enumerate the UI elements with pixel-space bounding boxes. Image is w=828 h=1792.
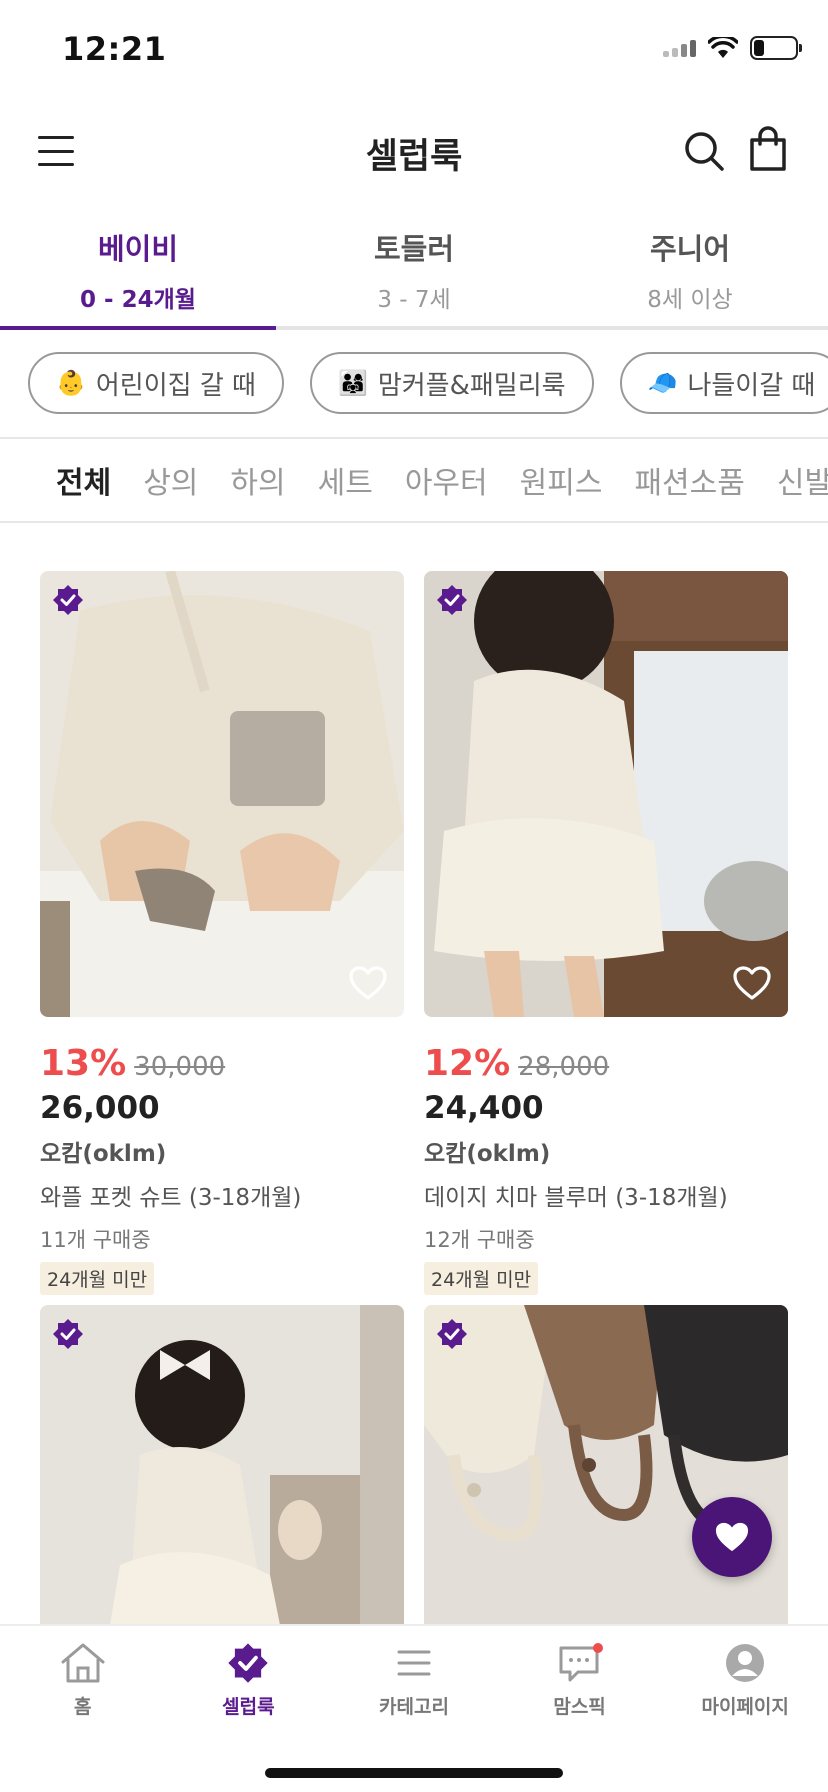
category-sets[interactable]: 세트 — [318, 458, 373, 502]
heart-icon — [715, 1522, 749, 1552]
product-card[interactable] — [40, 1305, 404, 1625]
tab-label: 토들러 — [373, 232, 455, 266]
tab-baby[interactable]: 베이비 0 - 24개월 — [0, 220, 276, 330]
nav-category[interactable]: 카테고리 — [331, 1626, 497, 1736]
age-tag: 24개월 미만 — [424, 1262, 539, 1295]
price-line: 13% 30,000 — [40, 1043, 404, 1084]
tab-range: 3 - 7세 — [377, 287, 451, 313]
nav-home[interactable]: 홈 — [0, 1626, 166, 1736]
tab-junior[interactable]: 주니어 8세 이상 — [552, 220, 828, 326]
battery-icon — [750, 36, 802, 60]
status-time: 12:21 — [62, 30, 167, 68]
sale-price: 26,000 — [40, 1090, 160, 1126]
product-name: 데이지 치마 블루머 (3-18개월) — [424, 1185, 728, 1211]
buying-count: 12개 구매중 — [424, 1228, 535, 1252]
tab-range: 0 - 24개월 — [80, 287, 196, 313]
product-photo — [424, 1305, 788, 1625]
product-photo — [40, 1305, 404, 1625]
nav-label: 마이페이지 — [701, 1696, 789, 1718]
verified-badge-icon — [53, 1319, 83, 1349]
nav-my-page[interactable]: 마이페이지 — [662, 1626, 828, 1736]
category-shoes[interactable]: 신발 — [777, 458, 828, 502]
category-dress[interactable]: 원피스 — [520, 458, 603, 502]
product-name: 와플 포켓 슈트 (3-18개월) — [40, 1185, 302, 1211]
nav-label: 홈 — [74, 1696, 92, 1718]
verified-badge-icon — [437, 585, 467, 615]
nav-label: 셀럽룩 — [222, 1696, 275, 1718]
notification-dot — [592, 1643, 603, 1653]
chip-label: 맘커플&패밀리룩 — [377, 370, 566, 401]
product-image[interactable] — [424, 571, 788, 1017]
product-image[interactable] — [424, 1305, 788, 1625]
category-tabs: 전체 상의 하의 세트 아우터 원피스 패션소품 신발 — [0, 437, 828, 523]
product-photo — [40, 571, 404, 1017]
bottom-navigation: 홈 셀럽룩 카테고리 맘스픽 마이페이지 — [0, 1624, 828, 1792]
search-icon[interactable] — [683, 130, 725, 172]
chip-label: 나들이갈 때 — [687, 370, 816, 401]
product-image[interactable] — [40, 571, 404, 1017]
category-all[interactable]: 전체 — [56, 458, 111, 502]
category-bottoms[interactable]: 하의 — [230, 458, 285, 502]
product-card[interactable] — [424, 1305, 788, 1625]
chat-icon — [559, 1643, 603, 1682]
verified-badge-icon — [437, 1319, 467, 1349]
product-card[interactable]: 13% 30,000 26,000 오캄(oklm) 와플 포켓 슈트 (3-1… — [40, 571, 404, 1295]
family-icon: 👨‍👩‍👧 — [337, 369, 368, 397]
brand-name: 오캄(oklm) — [40, 1141, 167, 1167]
wifi-icon — [708, 37, 738, 58]
original-price: 30,000 — [134, 1052, 226, 1082]
home-icon — [61, 1643, 105, 1683]
price-line: 12% 28,000 — [424, 1043, 788, 1084]
brand-name: 오캄(oklm) — [424, 1141, 551, 1167]
category-accessories[interactable]: 패션소품 — [634, 458, 744, 502]
home-indicator — [265, 1768, 563, 1778]
list-icon — [397, 1650, 431, 1676]
discount-rate: 13% — [40, 1043, 127, 1084]
age-tabs: 베이비 0 - 24개월 토들러 3 - 7세 주니어 8세 이상 — [0, 220, 828, 330]
profile-icon — [726, 1644, 765, 1682]
wishlist-fab-button[interactable] — [692, 1497, 772, 1577]
category-outer[interactable]: 아우터 — [405, 458, 488, 502]
original-price: 28,000 — [518, 1052, 610, 1082]
tab-label: 주니어 — [649, 232, 731, 266]
age-tag: 24개월 미만 — [40, 1262, 155, 1295]
cellular-signal-icon — [663, 39, 696, 57]
app-header: 셀럽룩 — [0, 110, 828, 194]
nav-moms-pick[interactable]: 맘스픽 — [497, 1626, 663, 1736]
nav-celeb-look[interactable]: 셀럽룩 — [166, 1626, 332, 1736]
tab-label: 베이비 — [97, 232, 179, 266]
baby-face-icon: 👶 — [56, 369, 86, 397]
product-image[interactable] — [40, 1305, 404, 1625]
sale-price: 24,400 — [424, 1090, 544, 1126]
nav-label: 맘스픽 — [553, 1696, 606, 1718]
wishlist-heart-icon[interactable] — [348, 965, 388, 1001]
nav-label: 카테고리 — [379, 1696, 449, 1718]
product-photo — [424, 571, 788, 1017]
chip-outing[interactable]: 🧢 나들이갈 때 — [619, 352, 828, 414]
chip-family-look[interactable]: 👨‍👩‍👧 맘커플&패밀리룩 — [309, 352, 594, 414]
tab-range: 8세 이상 — [647, 287, 733, 313]
tab-toddler[interactable]: 토들러 3 - 7세 — [276, 220, 552, 326]
category-tops[interactable]: 상의 — [143, 458, 198, 502]
verified-badge-icon — [228, 1643, 269, 1683]
chip-daycare[interactable]: 👶 어린이집 갈 때 — [28, 352, 284, 414]
verified-badge-icon — [53, 585, 83, 615]
buying-count: 11개 구매중 — [40, 1228, 151, 1252]
theme-chips: 👶 어린이집 갈 때 👨‍👩‍👧 맘커플&패밀리룩 🧢 나들이갈 때 — [28, 352, 828, 414]
cap-icon: 🧢 — [647, 369, 678, 397]
status-icons — [663, 36, 802, 60]
product-card[interactable]: 12% 28,000 24,400 오캄(oklm) 데이지 치마 블루머 (3… — [424, 571, 788, 1295]
wishlist-heart-icon[interactable] — [732, 965, 772, 1001]
shopping-bag-icon[interactable] — [748, 126, 788, 172]
chip-label: 어린이집 갈 때 — [95, 370, 256, 401]
status-bar: 12:21 — [0, 0, 828, 100]
discount-rate: 12% — [424, 1043, 511, 1084]
